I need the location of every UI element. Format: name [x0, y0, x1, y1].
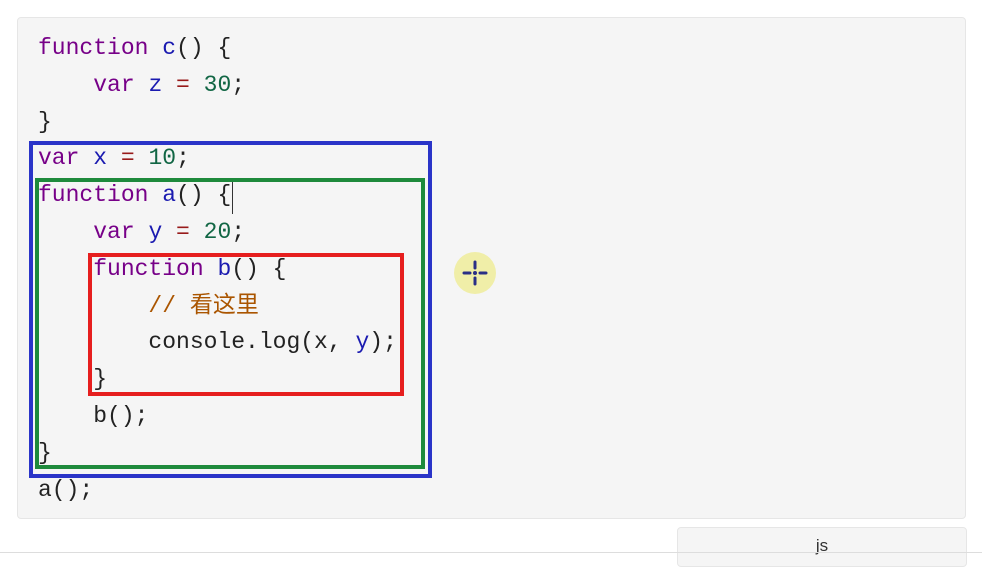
- code-token: c: [162, 35, 177, 61]
- code-token: a();: [38, 476, 94, 503]
- code-token: }: [38, 108, 52, 135]
- divider: [0, 552, 982, 553]
- code-token: var: [93, 71, 149, 98]
- highlight-box-function-b-scope: [88, 253, 404, 396]
- code-line: function c() {: [38, 30, 397, 67]
- language-tab-js[interactable]: js: [677, 527, 967, 567]
- crosshair-icon: [454, 252, 496, 294]
- code-token: 30: [203, 71, 232, 98]
- code-token: function: [38, 35, 163, 61]
- code-line: var z = 30;: [38, 67, 397, 104]
- text-caret: [232, 182, 233, 214]
- code-token: z: [148, 71, 163, 98]
- code-token: () {: [176, 35, 232, 61]
- code-token: =: [162, 71, 204, 98]
- code-token: ;: [231, 71, 246, 98]
- code-line: }: [38, 104, 397, 141]
